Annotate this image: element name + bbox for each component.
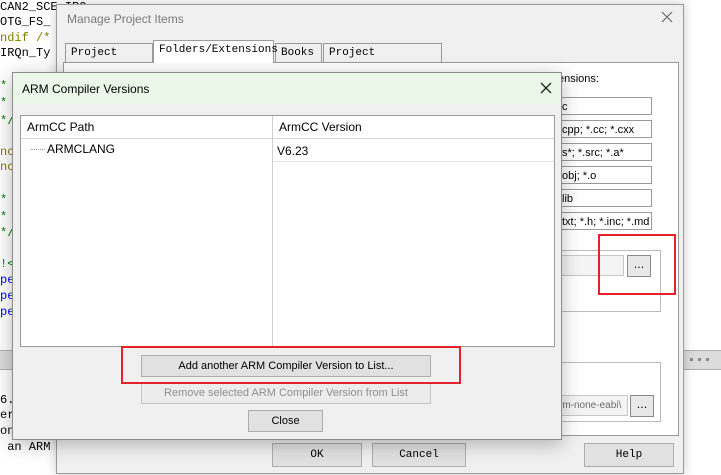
document-extensions-field[interactable]: txt; *.h; *.inc; *.md [558, 212, 652, 230]
object-extensions-field[interactable]: obj; *.o [558, 166, 652, 184]
tab-folders-extensions[interactable]: Folders/Extensions [153, 40, 278, 63]
highlight-add-button [121, 346, 461, 384]
highlight-browse-button [598, 234, 676, 295]
close-icon[interactable] [537, 79, 555, 97]
code-line: ndif /* [0, 31, 51, 45]
cpp-extensions-field[interactable]: cpp; *.cc; *.cxx [558, 120, 652, 138]
asm-extensions-field[interactable]: s*; *.src; *.a* [558, 143, 652, 161]
library-extensions-field[interactable]: lib [558, 189, 652, 207]
compiler-path-cell[interactable]: ARMCLANG [47, 142, 115, 156]
cancel-button[interactable]: Cancel [372, 443, 466, 467]
code-line: OTG_FS_ [0, 15, 51, 29]
splitter-grip [698, 358, 701, 361]
code-line: * [0, 210, 8, 224]
tab-books[interactable]: Books [275, 43, 322, 62]
dialog-title: ARM Compiler Versions [22, 82, 150, 96]
splitter-grip [690, 358, 693, 361]
code-line: IRQn_Ty [0, 46, 51, 60]
column-header-version[interactable]: ArmCC Version [273, 116, 554, 139]
dialog-title: Manage Project Items [67, 12, 184, 26]
compiler-version-cell[interactable]: V6.23 [277, 144, 308, 158]
code-line: * [0, 79, 8, 93]
dialog-title-bar[interactable]: ARM Compiler Versions [13, 73, 561, 104]
help-button[interactable]: Help [584, 443, 674, 467]
tree-connector [31, 149, 45, 150]
remove-compiler-version-button[interactable]: Remove selected ARM Compiler Version fro… [141, 382, 431, 404]
extensions-label: ensions: [558, 73, 599, 85]
build-output-line: an ARM [0, 440, 51, 454]
tab-project-info-layer[interactable]: Project Info/Layer [323, 43, 442, 78]
tab-project-items[interactable]: Project Items [65, 43, 153, 78]
splitter-grip [706, 358, 709, 361]
toolchain-prefix-field[interactable]: rm-none-eabi\ [558, 395, 628, 416]
close-icon[interactable] [659, 9, 675, 25]
column-header-path[interactable]: ArmCC Path [21, 116, 272, 139]
close-button[interactable]: Close [248, 410, 323, 432]
row-separator [273, 161, 554, 162]
c-extensions-field[interactable]: c [558, 97, 652, 115]
column-separator [272, 116, 273, 346]
browse-toolchain-button[interactable]: ... [630, 395, 654, 417]
compiler-version-list[interactable]: ArmCC Path ArmCC Version ARMCLANG V6.23 [20, 115, 555, 347]
arm-compiler-versions-dialog: ARM Compiler Versions ArmCC Path ArmCC V… [12, 72, 562, 440]
code-line: * [0, 193, 8, 207]
ok-button[interactable]: OK [272, 443, 362, 467]
code-line: * [0, 96, 8, 110]
